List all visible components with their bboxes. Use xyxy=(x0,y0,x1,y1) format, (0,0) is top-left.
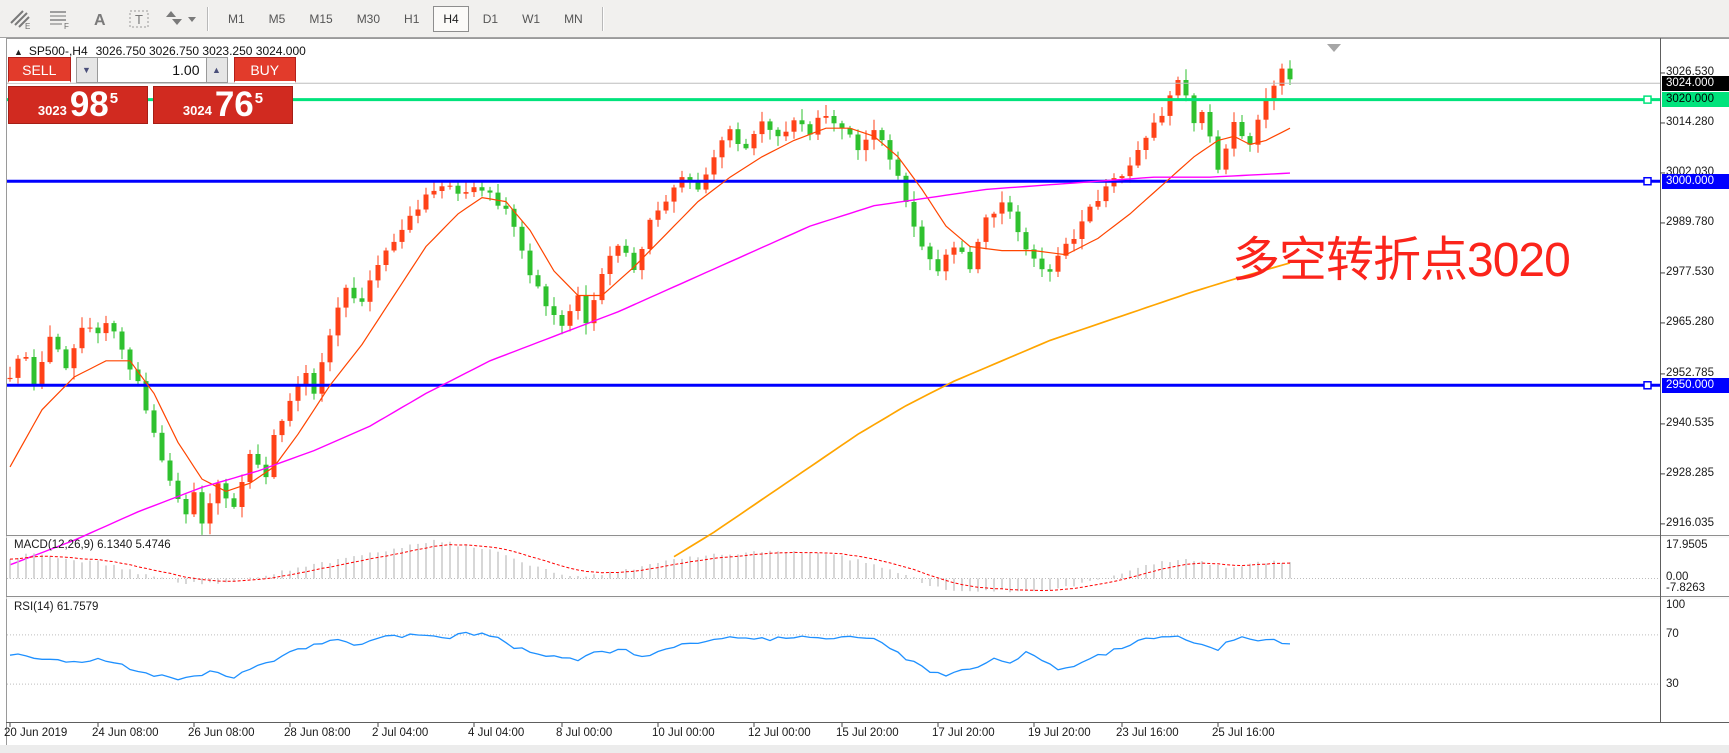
ask-quote-box[interactable]: 3024765 xyxy=(153,86,293,124)
text-label-icon[interactable]: A xyxy=(82,5,118,33)
time-axis-label: 12 Jul 00:00 xyxy=(748,727,811,739)
bid-quote-box[interactable]: 3023985 xyxy=(8,86,148,124)
timeframe-button-m1[interactable]: M1 xyxy=(218,6,255,32)
time-axis-label: 28 Jun 08:00 xyxy=(284,727,351,739)
timeframe-button-mn[interactable]: MN xyxy=(554,6,593,32)
price-axis-label: 2928.285 xyxy=(1666,467,1728,479)
one-click-trading-panel: SELL ▼ ▲ BUY 3023985 3024765 xyxy=(8,57,296,124)
time-axis-label: 23 Jul 16:00 xyxy=(1116,727,1179,739)
symbol-marker-icon: ▲ xyxy=(14,47,23,57)
volume-stepper: ▼ ▲ xyxy=(76,57,228,83)
time-axis-label: 8 Jul 00:00 xyxy=(556,727,612,739)
time-axis-label: 10 Jul 00:00 xyxy=(652,727,715,739)
time-axis-label: 17 Jul 20:00 xyxy=(932,727,995,739)
timeframe-button-w1[interactable]: W1 xyxy=(512,6,550,32)
timeframe-button-m5[interactable]: M5 xyxy=(259,6,296,32)
arrow-style-icon[interactable] xyxy=(162,5,198,33)
buy-button[interactable]: BUY xyxy=(234,57,297,83)
toolbar-separator xyxy=(207,7,209,31)
timeframe-button-m30[interactable]: M30 xyxy=(347,6,390,32)
time-axis-label: 2 Jul 04:00 xyxy=(372,727,428,739)
ask-price-prefix: 3024 xyxy=(183,103,212,118)
current-price-tag: 3024.000 xyxy=(1662,76,1729,91)
ohlc-values: 3026.750 3026.750 3023.250 3024.000 xyxy=(96,44,306,58)
price-axis-label: 3014.280 xyxy=(1666,116,1728,128)
timeframe-button-m15[interactable]: M15 xyxy=(299,6,342,32)
symbol-name: SP500-,H4 xyxy=(29,44,88,58)
timeframe-button-d1[interactable]: D1 xyxy=(473,6,508,32)
time-axis-label: 15 Jul 20:00 xyxy=(836,727,899,739)
price-axis-label: 2940.535 xyxy=(1666,417,1728,429)
macd-label: MACD(12,26,9) 6.1340 5.4746 xyxy=(14,539,171,551)
price-axis-label: 2977.530 xyxy=(1666,266,1728,278)
timeframe-button-group: M1M5M15M30H1H4D1W1MN xyxy=(216,10,595,28)
macd-axis-label: -7.8263 xyxy=(1666,582,1728,594)
rsi-axis-label: 100 xyxy=(1666,599,1728,611)
toolbar-separator xyxy=(602,7,604,31)
timeframe-button-h4[interactable]: H4 xyxy=(433,6,468,32)
svg-text:F: F xyxy=(64,22,69,31)
bid-price-prefix: 3023 xyxy=(38,103,67,118)
ask-price-sup: 5 xyxy=(255,90,263,107)
bid-price-big: 98 xyxy=(70,90,109,121)
price-axis-label: 2916.035 xyxy=(1666,517,1728,529)
volume-decrease-button[interactable]: ▼ xyxy=(76,57,98,83)
svg-text:E: E xyxy=(25,22,30,31)
textbox-icon[interactable]: T xyxy=(122,5,158,33)
price-axis-label: 2965.280 xyxy=(1666,316,1728,328)
ask-price-big: 76 xyxy=(215,90,254,121)
rsi-axis-label: 30 xyxy=(1666,678,1728,690)
svg-text:A: A xyxy=(94,12,106,29)
trading-platform-window: E F A T M1M5M15M30H1H4D1W1MN ▲ SP500-,H4 3… xyxy=(0,0,1729,753)
time-axis-label: 24 Jun 08:00 xyxy=(92,727,159,739)
timeframe-button-h1[interactable]: H1 xyxy=(394,6,429,32)
rsi-value: 61.7579 xyxy=(57,601,99,613)
price-axis-label: 2989.780 xyxy=(1666,216,1728,228)
hline-price-tag: 2950.000 xyxy=(1662,378,1729,393)
grid-pattern-icon[interactable]: F xyxy=(42,5,78,33)
crayon-draw-icon[interactable]: E xyxy=(2,5,38,33)
rsi-axis-label: 70 xyxy=(1666,628,1728,640)
window-bottom-strip xyxy=(0,745,1729,753)
macd-values: 6.1340 5.4746 xyxy=(97,539,171,551)
time-axis-label: 26 Jun 08:00 xyxy=(188,727,255,739)
time-axis-label: 19 Jul 20:00 xyxy=(1028,727,1091,739)
chart-text-annotation[interactable]: 多空转折点3020 xyxy=(1232,220,1570,290)
time-axis-label: 25 Jul 16:00 xyxy=(1212,727,1275,739)
svg-text:T: T xyxy=(135,12,143,27)
toolbar: E F A T M1M5M15M30H1H4D1W1MN xyxy=(0,0,1729,38)
volume-input[interactable] xyxy=(98,57,206,83)
time-axis-label: 4 Jul 04:00 xyxy=(468,727,524,739)
rsi-label: RSI(14) 61.7579 xyxy=(14,601,98,613)
symbol-ohlc-readout: ▲ SP500-,H4 3026.750 3026.750 3023.250 302… xyxy=(14,44,306,58)
time-axis-label: 20 Jun 2019 xyxy=(4,727,67,739)
macd-axis-label: 17.9505 xyxy=(1666,539,1728,551)
volume-increase-button[interactable]: ▲ xyxy=(206,57,228,83)
bid-price-sup: 5 xyxy=(110,90,118,107)
sell-button[interactable]: SELL xyxy=(8,57,71,83)
hline-price-tag: 3020.000 xyxy=(1662,92,1729,107)
hline-price-tag: 3000.000 xyxy=(1662,174,1729,189)
